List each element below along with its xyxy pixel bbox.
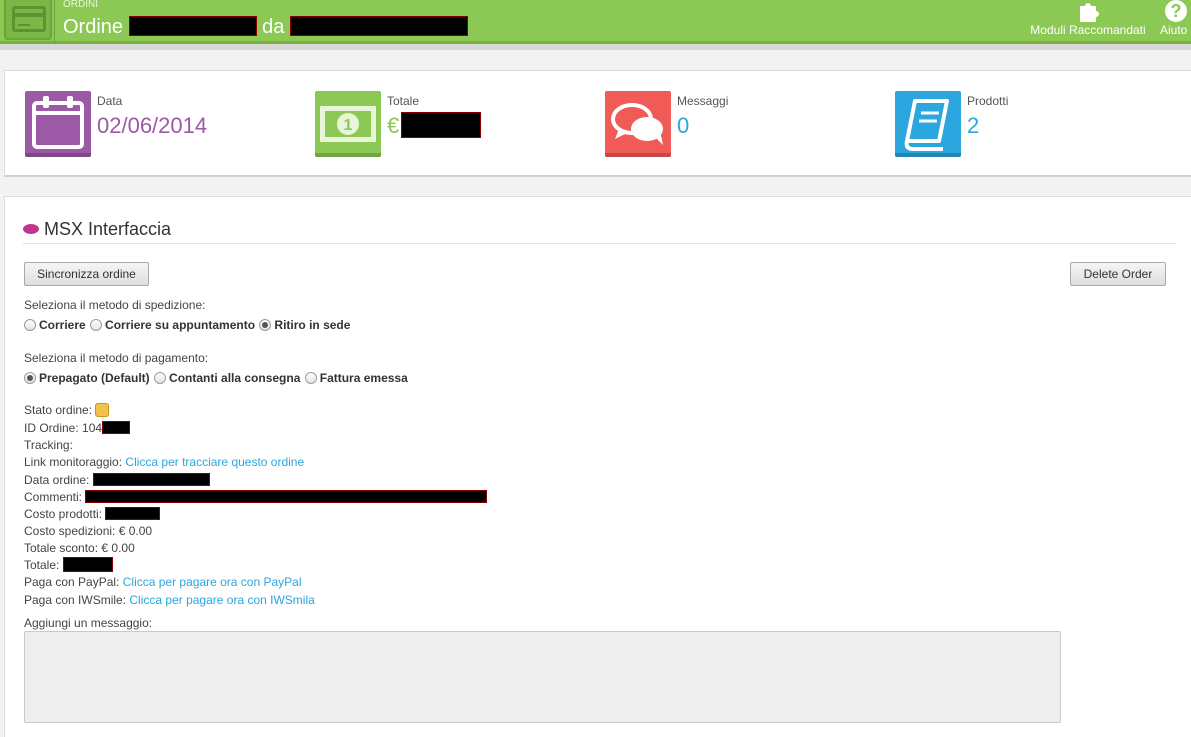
- comments-line: Commenti:: [24, 489, 488, 506]
- radio-icon[interactable]: [304, 371, 317, 384]
- kpi-total-currency: €: [387, 113, 400, 138]
- help-icon: ?: [1165, 0, 1187, 22]
- kpi-date-label: Data: [97, 94, 123, 108]
- kpi-date-value: 02/06/2014: [97, 113, 208, 138]
- shipping-option-appuntamento[interactable]: Corriere su appuntamento: [90, 318, 255, 332]
- header-divider: [54, 0, 55, 44]
- page-title: Ordine da: [63, 16, 468, 39]
- header-underline: [0, 44, 1191, 50]
- shipping-method-options: Corriere Corriere su appuntamento Ritiro…: [24, 318, 351, 332]
- order-date-line: Data ordine:: [24, 472, 210, 489]
- title-divider: [23, 243, 1176, 244]
- total-line: Totale:: [24, 557, 113, 574]
- breadcrumb[interactable]: Ordini: [63, 0, 98, 10]
- radio-checked-icon[interactable]: [24, 371, 36, 384]
- module-title: MSX Interfaccia: [23, 219, 171, 240]
- kpi-total-value: €: [387, 112, 482, 139]
- title-prefix: Ordine: [63, 16, 124, 39]
- order-status-line: Stato ordine:: [24, 402, 110, 419]
- radio-icon[interactable]: [24, 318, 36, 331]
- tracking-link-line: Link monitoraggio: Clicca per tracciare …: [24, 455, 305, 469]
- paypal-line: Paga con PayPal: Clicca per pagare ora c…: [24, 575, 302, 589]
- shipping-method-label: Seleziona il metodo di spedizione:: [24, 298, 206, 312]
- payment-option-contanti[interactable]: Contanti alla consegna: [154, 371, 300, 385]
- radio-checked-icon[interactable]: [259, 318, 272, 331]
- order-kpi-panel: Data 02/06/2014 1 Totale € Messaggi 0 Pr…: [4, 70, 1191, 177]
- discount-line: Totale sconto: € 0.00: [24, 541, 135, 555]
- payment-option-prepagato[interactable]: Prepagato (Default): [24, 371, 150, 385]
- shipping-option-corriere[interactable]: Corriere: [24, 318, 86, 332]
- kpi-products-value: 2: [967, 113, 980, 138]
- redacted-total-amount: [62, 557, 113, 573]
- tracking-link[interactable]: Clicca per tracciare questo ordine: [125, 455, 304, 469]
- payment-method-label: Seleziona il metodo di pagamento:: [24, 351, 209, 365]
- puzzle-icon: [1080, 3, 1099, 22]
- calendar-icon: [25, 91, 91, 157]
- message-textarea[interactable]: [24, 631, 1061, 723]
- payment-method-options: Prepagato (Default) Contanti alla conseg…: [24, 371, 409, 385]
- redacted-order-ref: [128, 16, 257, 37]
- shipping-option-ritiro[interactable]: Ritiro in sede: [259, 318, 350, 332]
- iwsmile-line: Paga con IWSmile: Clicca per pagare ora …: [24, 593, 315, 607]
- order-id-line: ID Ordine: 104: [24, 420, 131, 437]
- tracking-line: Tracking:: [24, 438, 73, 452]
- msx-logo-icon: [23, 223, 39, 234]
- redacted-order-id: [102, 421, 131, 435]
- add-message-label: Aggiungi un messaggio:: [24, 616, 153, 630]
- kpi-messages-value: 0: [677, 113, 690, 138]
- iwsmile-pay-link[interactable]: Clicca per pagare ora con IWSmila: [129, 593, 314, 607]
- delete-order-button[interactable]: Delete Order: [1070, 262, 1166, 286]
- kpi-products-label: Prodotti: [967, 94, 1009, 108]
- kpi-total-label: Totale: [387, 94, 420, 108]
- package-icon: [95, 402, 110, 417]
- paypal-pay-link[interactable]: Clicca per pagare ora con PayPal: [123, 575, 302, 589]
- title-connector: da: [262, 16, 285, 39]
- radio-icon[interactable]: [154, 371, 167, 384]
- product-cost-line: Costo prodotti:: [24, 506, 161, 523]
- svg-text:1: 1: [344, 117, 353, 134]
- redacted-customer-name: [289, 16, 468, 37]
- top-header: Ordini Ordine da Moduli Raccomandati ? A…: [0, 0, 1191, 44]
- help-label: Aiuto: [1160, 23, 1188, 37]
- kpi-messages-label: Messaggi: [677, 94, 729, 108]
- credit-card-icon: [4, 0, 52, 40]
- shipping-cost-line: Costo spedizioni: € 0.00: [24, 524, 153, 538]
- redacted-total: [401, 112, 482, 139]
- redacted-comments: [85, 490, 488, 504]
- help-button[interactable]: ? Aiuto: [1160, 0, 1191, 44]
- recommended-modules-label: Moduli Raccomandati: [1030, 23, 1146, 37]
- banknote-icon: 1: [315, 91, 381, 157]
- payment-option-fattura[interactable]: Fattura emessa: [304, 371, 408, 385]
- chat-bubbles-icon: [605, 91, 671, 157]
- msx-module-panel: MSX Interfaccia Sincronizza ordine Delet…: [4, 196, 1191, 737]
- recommended-modules-button[interactable]: Moduli Raccomandati: [1026, 0, 1150, 44]
- sync-order-button[interactable]: Sincronizza ordine: [24, 262, 149, 286]
- book-icon: [895, 91, 961, 157]
- redacted-product-cost: [105, 507, 161, 521]
- redacted-order-date: [92, 473, 210, 487]
- radio-icon[interactable]: [90, 318, 103, 331]
